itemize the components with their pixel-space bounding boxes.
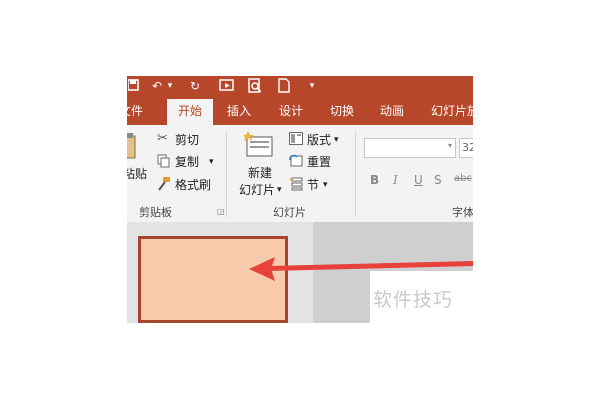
watermark-text: 软件技巧	[373, 289, 454, 311]
